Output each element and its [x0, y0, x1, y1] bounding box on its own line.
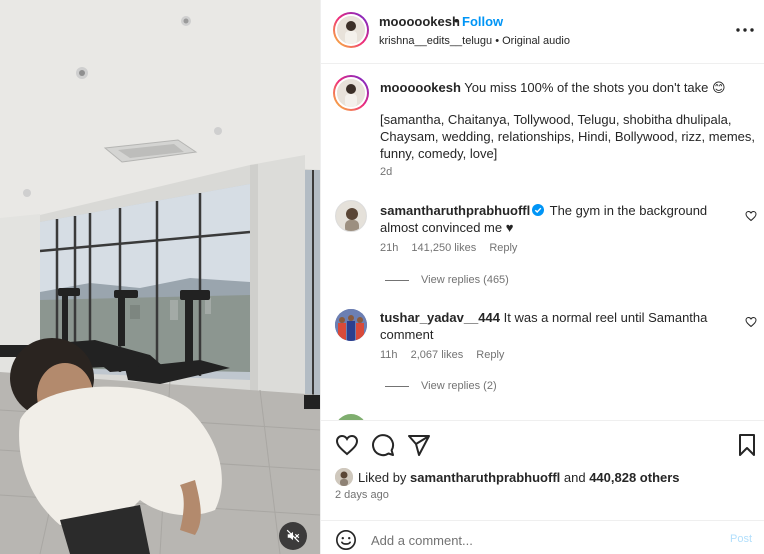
follow-button[interactable]: Follow: [462, 14, 503, 29]
liker-avatar[interactable]: [335, 468, 353, 486]
likes-middle: and: [560, 470, 590, 485]
comments-section[interactable]: moooookesh You miss 100% of the shots yo…: [321, 65, 764, 420]
reel-video[interactable]: [0, 0, 320, 554]
post-date[interactable]: 2 days ago: [335, 489, 389, 501]
comment-icon[interactable]: [371, 433, 395, 457]
action-bar: [321, 420, 764, 472]
caption-text: You miss 100% of the shots you don't tak…: [464, 80, 726, 95]
caption-timestamp[interactable]: 2d: [380, 166, 392, 178]
likes-text: Liked by samantharuthprabhuoffl and 440,…: [358, 470, 680, 485]
author-username[interactable]: moooookesh: [379, 14, 460, 29]
emoji-icon[interactable]: [335, 529, 357, 551]
author-avatar[interactable]: [333, 12, 369, 48]
reply-button[interactable]: Reply: [489, 242, 517, 254]
view-replies-button[interactable]: View replies (465): [385, 274, 509, 286]
replies-divider-line: [385, 385, 409, 387]
comment-time[interactable]: 11h: [380, 349, 398, 361]
comment-username[interactable]: tushar_yadav__444: [380, 310, 500, 325]
comment-body: tushar_yadav__444 It was a normal reel u…: [380, 309, 720, 343]
comment-meta: 21h 141,250 likes Reply: [380, 242, 527, 254]
comment-time[interactable]: 21h: [380, 242, 398, 254]
view-replies-label: View replies (2): [421, 380, 497, 392]
post-comment-button[interactable]: Post: [730, 533, 752, 545]
post-header: moooookesh • Follow krishna__edits__telu…: [321, 0, 764, 64]
comment-avatar[interactable]: [335, 200, 367, 232]
likes-others[interactable]: 440,828 others: [589, 470, 679, 485]
add-comment-bar: Post: [321, 520, 764, 554]
view-replies-label: View replies (465): [421, 274, 509, 286]
mute-button[interactable]: [279, 522, 307, 550]
reel-post-view: moooookesh • Follow krishna__edits__telu…: [0, 0, 764, 554]
likes-user[interactable]: samantharuthprabhuoffl: [410, 470, 560, 485]
bookmark-icon[interactable]: [735, 433, 759, 457]
audio-info[interactable]: krishna__edits__telugu • Original audio: [379, 35, 570, 47]
comment-body: samantharuthprabhuoffl The gym in the ba…: [380, 202, 720, 236]
caption-avatar[interactable]: [333, 75, 369, 111]
comment-input[interactable]: [371, 529, 711, 551]
comment-like-heart-icon[interactable]: [745, 210, 757, 222]
verified-badge-icon: [532, 204, 545, 216]
separator-dot: •: [454, 13, 459, 28]
speaker-muted-icon: [286, 529, 300, 543]
share-icon[interactable]: [407, 433, 431, 457]
view-replies-button[interactable]: View replies (2): [385, 380, 497, 392]
gym-scene-image: [0, 0, 320, 554]
caption-tags: [samantha, Chaitanya, Tollywood, Telugu,…: [380, 112, 755, 161]
post-side-panel: moooookesh • Follow krishna__edits__telu…: [320, 0, 764, 554]
heart-icon[interactable]: [335, 433, 359, 457]
comment-like-heart-icon[interactable]: [745, 316, 757, 328]
comment-avatar[interactable]: [335, 309, 367, 341]
more-horizontal-icon[interactable]: [733, 20, 757, 40]
comment-meta: 11h 2,067 likes Reply: [380, 349, 514, 361]
caption: moooookesh You miss 100% of the shots yo…: [380, 79, 760, 97]
reply-button[interactable]: Reply: [476, 349, 504, 361]
comment-likes[interactable]: 141,250 likes: [411, 242, 476, 254]
comment-username[interactable]: samantharuthprabhuoffl: [380, 203, 530, 218]
likes-prefix: Liked by: [358, 470, 411, 485]
replies-divider-line: [385, 279, 409, 281]
comment-likes[interactable]: 2,067 likes: [411, 349, 464, 361]
caption-username[interactable]: moooookesh: [380, 80, 461, 95]
